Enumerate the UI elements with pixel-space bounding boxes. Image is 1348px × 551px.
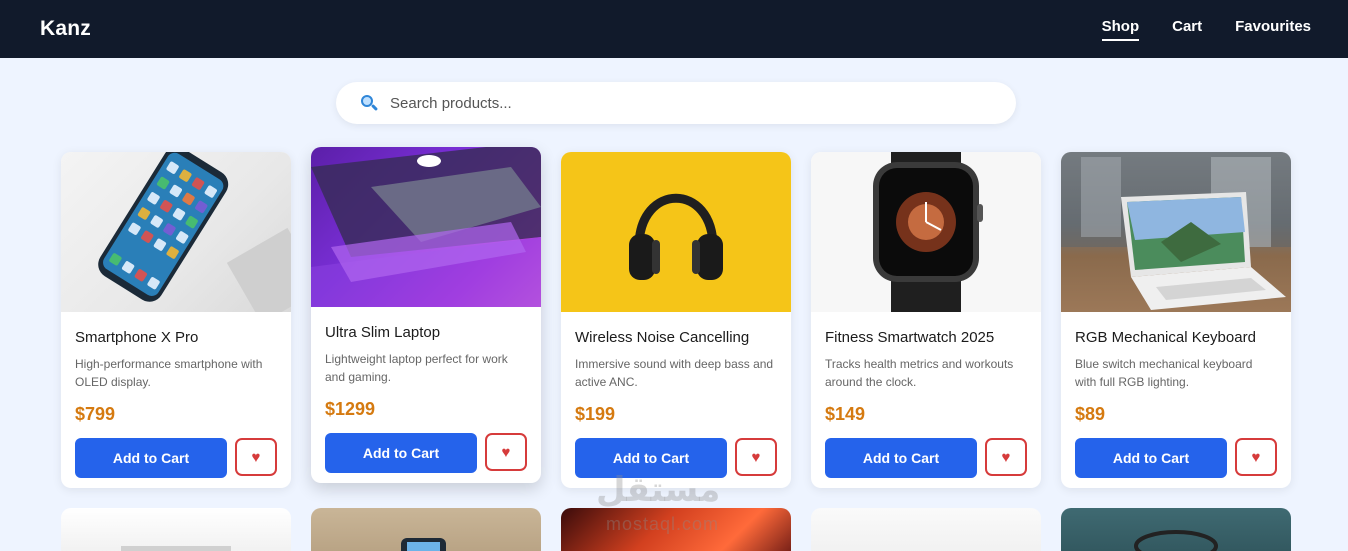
watermark: مستقل <box>596 471 721 509</box>
favourite-button[interactable]: ♥ <box>1235 438 1277 476</box>
product-card-partial <box>811 508 1041 551</box>
heart-icon: ♥ <box>1251 448 1261 466</box>
product-price: $89 <box>1075 404 1106 424</box>
nav-link-shop[interactable]: Shop <box>1101 18 1140 41</box>
add-to-cart-button[interactable]: Add to Cart <box>1075 438 1227 478</box>
heart-icon: ♥ <box>251 448 261 466</box>
product-title[interactable]: Smartphone X Pro <box>75 329 277 347</box>
nav-link-favourites[interactable]: Favourites <box>1235 18 1311 41</box>
product-card: Smartphone X Pro High-performance smartp… <box>61 152 291 488</box>
brand-logo[interactable]: Kanz <box>40 17 91 41</box>
watermark-url: mostaql.com <box>606 514 720 534</box>
product-description: Immersive sound with deep bass and activ… <box>575 357 774 389</box>
product-card-partial <box>311 508 541 551</box>
product-description: Lightweight laptop perfect for work and … <box>325 352 508 384</box>
product-card-partial <box>61 508 291 551</box>
product-title[interactable]: Wireless Noise Cancelling <box>575 329 777 347</box>
product-price: $799 <box>75 404 116 424</box>
add-to-cart-button[interactable]: Add to Cart <box>325 433 477 473</box>
product-card: Wireless Noise Cancelling Immersive soun… <box>561 152 791 488</box>
product-title[interactable]: Ultra Slim Laptop <box>325 324 527 342</box>
heart-icon: ♥ <box>1001 448 1011 466</box>
product-description: Blue switch mechanical keyboard with ful… <box>1075 357 1253 389</box>
product-image <box>311 147 541 307</box>
product-description: Tracks health metrics and workouts aroun… <box>825 357 1014 389</box>
product-card: Fitness Smartwatch 2025 Tracks health me… <box>811 152 1041 488</box>
nav-links: Shop Cart Favourites <box>1101 18 1311 41</box>
product-price: $149 <box>825 404 866 424</box>
nav-link-cart[interactable]: Cart <box>1172 18 1202 41</box>
product-image <box>61 152 291 312</box>
add-to-cart-button[interactable]: Add to Cart <box>825 438 977 478</box>
heart-icon: ♥ <box>501 443 511 461</box>
search-bar <box>336 82 1016 124</box>
product-image <box>561 152 791 312</box>
search-input[interactable] <box>390 94 996 112</box>
product-image <box>811 152 1041 312</box>
navbar: Kanz Shop Cart Favourites <box>0 0 1348 58</box>
product-card-partial <box>1061 508 1291 551</box>
product-price: $1299 <box>325 399 376 419</box>
favourite-button[interactable]: ♥ <box>735 438 777 476</box>
product-title[interactable]: Fitness Smartwatch 2025 <box>825 329 1027 347</box>
favourite-button[interactable]: ♥ <box>985 438 1027 476</box>
product-card: RGB Mechanical Keyboard Blue switch mech… <box>1061 152 1291 488</box>
product-price: $199 <box>575 404 616 424</box>
heart-icon: ♥ <box>751 448 761 466</box>
product-title[interactable]: RGB Mechanical Keyboard <box>1075 329 1277 347</box>
product-card: Ultra Slim Laptop Lightweight laptop per… <box>311 147 541 483</box>
favourite-button[interactable]: ♥ <box>235 438 277 476</box>
search-icon <box>360 94 379 112</box>
add-to-cart-button[interactable]: Add to Cart <box>75 438 227 478</box>
product-description: High-performance smartphone with OLED di… <box>75 357 263 389</box>
product-image <box>1061 152 1291 312</box>
favourite-button[interactable]: ♥ <box>485 433 527 471</box>
